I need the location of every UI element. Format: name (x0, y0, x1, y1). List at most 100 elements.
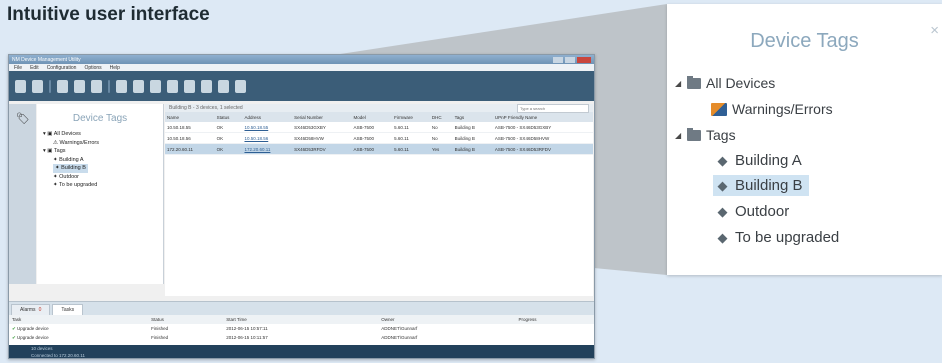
cell: ASB-7500 (351, 143, 393, 155)
zoom-panel-title: Device Tags (750, 30, 859, 52)
add-device-icon[interactable] (15, 79, 26, 93)
tags-label: Tags (706, 127, 736, 143)
cell: No (429, 122, 453, 133)
task-status: Finished (151, 326, 169, 331)
cell: 10.50.18.55 (165, 122, 215, 133)
cell: SX46D53GXBY (292, 122, 352, 133)
col-firmware[interactable]: Firmware (392, 112, 430, 122)
all-devices-label: All Devices (706, 75, 776, 91)
zoom-tree-warnings[interactable]: Warnings/Errors (711, 101, 833, 117)
outdoor-label: Outdoor (735, 203, 790, 220)
cell: OK (214, 132, 243, 144)
toolbar (9, 71, 594, 101)
menu-edit[interactable]: Edit (30, 65, 39, 71)
task-status: Finished (151, 335, 169, 340)
warnings-label: Warnings/Errors (732, 101, 833, 117)
tree-item-tags[interactable]: ▾ ▣ Tags (43, 147, 163, 156)
device-tags-panel: Device Tags ▾ ▣ All Devices ⚠ Warnings/E… (37, 104, 164, 284)
minimize-button[interactable] (553, 56, 563, 63)
tools-icon[interactable] (57, 79, 68, 93)
zoom-tree-building-a[interactable]: ◆ Building A (715, 152, 802, 169)
address-link[interactable]: 172.20.60.11 (242, 143, 293, 155)
search-input[interactable] (517, 103, 589, 113)
building-b-label: Building B (735, 177, 803, 194)
col-start-time[interactable]: Start Time (223, 315, 379, 324)
tree-item-to-be-upgraded[interactable]: ✦ To be upgraded (43, 181, 163, 190)
close-button[interactable] (577, 56, 591, 63)
col-task-status[interactable]: Status (148, 315, 224, 324)
cell: 5.60.11 (392, 132, 430, 144)
col-owner[interactable]: Owner (378, 315, 516, 324)
refresh-icon[interactable] (184, 79, 195, 93)
tag-icon: ◆ (717, 229, 728, 245)
tree-item-building-b[interactable]: ✦ Building B (43, 164, 163, 173)
zoom-device-tags-panel: × Device Tags ◢ All Devices Warnings/Err… (667, 4, 942, 275)
menu-file[interactable]: File (14, 65, 22, 71)
task-row[interactable]: ✔ Upgrade device Finished 2012-06-15 10:… (9, 324, 594, 333)
menu-bar: File Edit Configuration Options Help (9, 64, 594, 71)
zoom-tree-tags[interactable]: ◢ Tags (675, 127, 736, 143)
col-status[interactable]: Status (214, 112, 243, 122)
copy-icon[interactable] (167, 79, 178, 93)
folder-icon (687, 75, 701, 89)
device-grid: Building B - 3 devices, 1 selected Name … (165, 103, 593, 296)
tag-icon: 🏷 (16, 113, 30, 125)
col-upnp[interactable]: UPnP Friendly Name (492, 112, 593, 122)
tree-item-warnings[interactable]: ⚠ Warnings/Errors (43, 139, 163, 148)
cell: ASB-7500 (351, 132, 393, 144)
col-task[interactable]: Task (9, 315, 149, 324)
cell: 5.60.11 (392, 143, 430, 155)
toolbar-separator (108, 79, 110, 93)
panel-title: Device Tags (72, 113, 128, 124)
col-progress[interactable]: Progress (515, 315, 594, 324)
tree-item-all-devices[interactable]: ▾ ▣ All Devices (43, 130, 163, 139)
cell: 172.20.60.11 (165, 143, 215, 155)
menu-options[interactable]: Options (84, 65, 101, 71)
table-row[interactable]: 10.50.18.56 OK 10.50.18.56 SX46D58HVW AS… (165, 132, 593, 144)
task-start: 2012-06-15 10:11:57 (226, 335, 268, 340)
status-device-count: 10 devices (31, 346, 53, 351)
address-link[interactable]: 10.50.18.55 (242, 122, 293, 133)
info-icon[interactable] (133, 79, 144, 93)
zoom-tree-to-be-upgraded[interactable]: ◆ To be upgraded (715, 229, 840, 246)
filter-label: Building B - 3 devices, 1 selected (169, 105, 243, 111)
col-name[interactable]: Name (165, 112, 215, 122)
tags-tree: ▾ ▣ All Devices ⚠ Warnings/Errors ▾ ▣ Ta… (43, 130, 163, 190)
zoom-tree-all-devices[interactable]: ◢ All Devices (675, 75, 775, 91)
col-tags[interactable]: Tags (452, 112, 493, 122)
task-progress (516, 324, 594, 333)
menu-configuration[interactable]: Configuration (47, 65, 77, 71)
task-row[interactable]: ✔ Upgrade device Finished 2012-06-15 10:… (9, 333, 594, 342)
col-model[interactable]: Model (351, 112, 393, 122)
status-bar: 10 devices Connected to 172.20.60.11 (9, 345, 594, 358)
tree-item-building-a[interactable]: ✦ Building A (43, 156, 163, 165)
col-address[interactable]: Address (242, 112, 293, 122)
filter-icon[interactable] (91, 79, 102, 93)
upgrade-icon[interactable] (150, 79, 161, 93)
wrench-icon[interactable] (235, 79, 246, 93)
network-icon[interactable] (218, 79, 229, 93)
task-start: 2012-06-15 10:57:11 (226, 326, 268, 331)
maximize-button[interactable] (565, 56, 575, 63)
expand-triangle-icon[interactable]: ◢ (675, 79, 687, 88)
tab-alarms[interactable]: Alarms 0 (11, 304, 51, 315)
configure-icon[interactable] (116, 79, 127, 93)
col-dhc[interactable]: DHC (429, 112, 453, 122)
zoom-tree-outdoor[interactable]: ◆ Outdoor (715, 203, 790, 220)
tag-icon[interactable] (74, 79, 85, 93)
device-list-icon[interactable] (32, 79, 43, 93)
address-link[interactable]: 10.50.18.56 (242, 132, 293, 144)
tree-item-outdoor[interactable]: ✦ Outdoor (43, 173, 163, 182)
zoom-tree-building-b[interactable]: ◆ Building B (713, 175, 809, 196)
power-icon[interactable] (201, 79, 212, 93)
tags-sidebar-tab[interactable]: 🏷 (9, 104, 36, 284)
cell: ASB-7500 (351, 122, 393, 133)
table-row-selected[interactable]: 172.20.60.11 OK 172.20.60.11 SX46D53RFDV… (165, 143, 593, 155)
menu-help[interactable]: Help (110, 65, 120, 71)
table-row[interactable]: 10.50.18.55 OK 10.50.18.55 SX46D53GXBY A… (165, 122, 593, 133)
tab-tasks[interactable]: Tasks (52, 304, 84, 315)
col-serial[interactable]: Serial Number (292, 112, 352, 122)
cell: Building B (452, 132, 493, 144)
cell: 5.60.11 (392, 122, 430, 133)
expand-triangle-icon[interactable]: ◢ (675, 131, 687, 140)
